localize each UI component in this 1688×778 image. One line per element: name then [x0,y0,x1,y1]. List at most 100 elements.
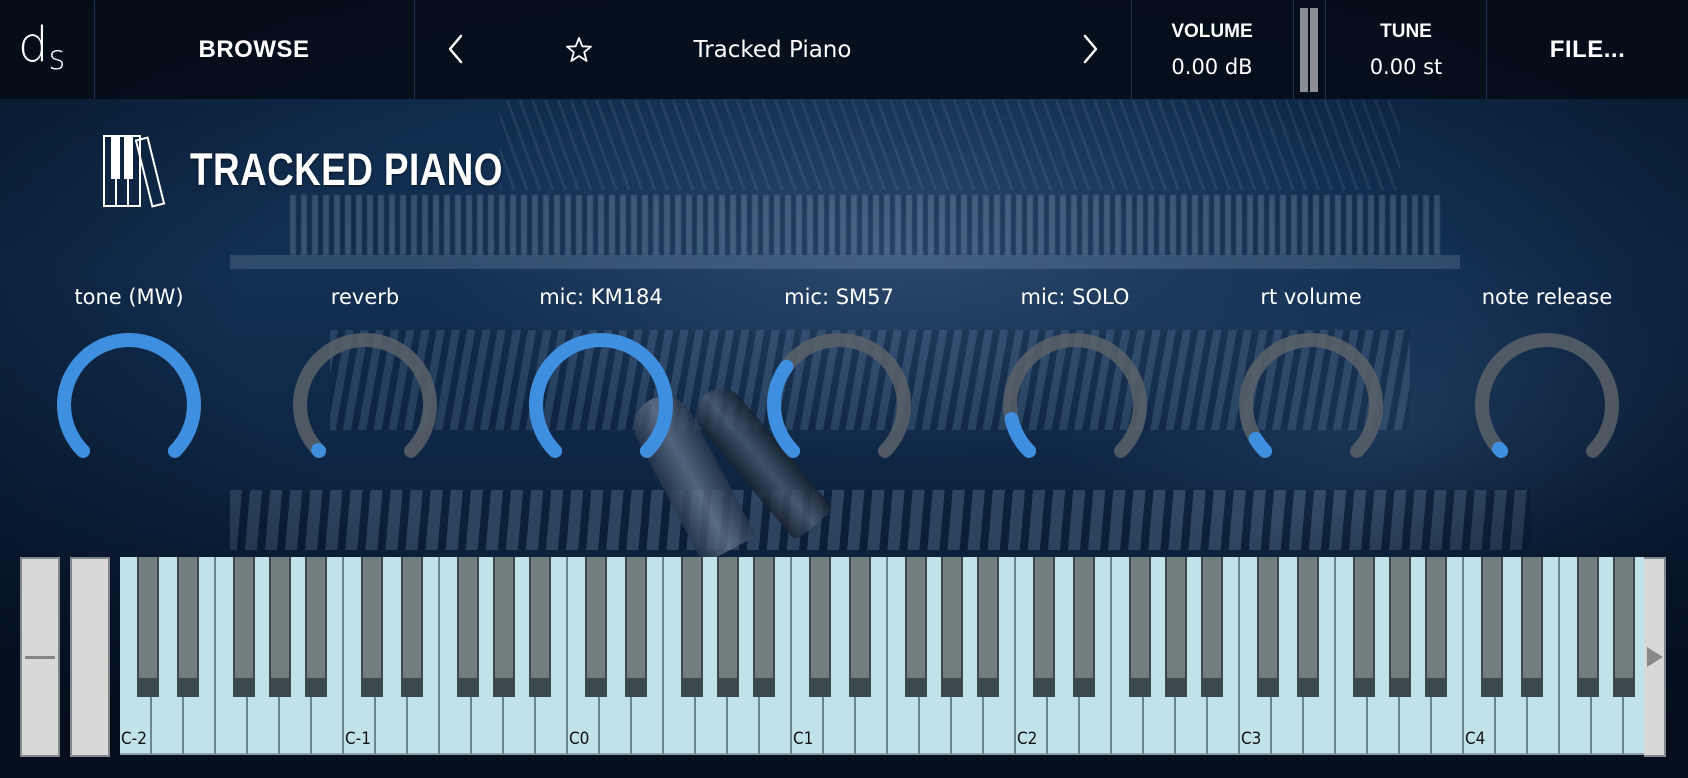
knob-reverb[interactable]: reverb [265,285,465,475]
black-key[interactable] [1033,557,1055,697]
knob-label: mic: SOLO [1020,285,1130,309]
black-key[interactable] [137,557,159,697]
black-key[interactable] [681,557,703,697]
black-key[interactable] [1165,557,1187,697]
volume-value[interactable]: 0.00 dB [1132,55,1292,79]
knob-track [1003,333,1147,458]
black-key[interactable] [1425,557,1447,697]
knob-dial[interactable] [995,325,1155,485]
black-key[interactable] [529,557,551,697]
black-key[interactable] [1201,557,1223,697]
mod-wheel[interactable] [70,557,110,757]
black-key[interactable] [1577,557,1599,697]
divider [414,0,415,99]
black-key[interactable] [1257,557,1279,697]
black-key[interactable] [177,557,199,697]
knob-value-arc [57,333,201,458]
black-key[interactable] [753,557,775,697]
knob-label: reverb [330,285,400,309]
black-key[interactable] [305,557,327,697]
chevron-right-icon[interactable] [1080,34,1100,64]
knob-label: mic: KM184 [539,285,663,309]
knob-label: rt volume [1260,285,1362,309]
triangle-right-icon [1647,647,1663,667]
octave-label: C-2 [121,729,147,749]
ds-logo[interactable]: d S [18,18,78,78]
knob-dial[interactable] [521,325,681,485]
piano-keys-icon [103,135,166,208]
knob-track [767,333,911,458]
octave-label: C4 [1465,729,1486,749]
octave-label: C3 [1241,729,1262,749]
black-key[interactable] [625,557,647,697]
black-key[interactable] [1353,557,1375,697]
black-key[interactable] [269,557,291,697]
knob-dial[interactable] [285,325,445,485]
knob-dial[interactable] [759,325,919,485]
black-key[interactable] [233,557,255,697]
octave-label: C1 [793,729,814,749]
black-key[interactable] [585,557,607,697]
logo-s: S [48,38,66,78]
octave-label: C2 [1017,729,1038,749]
knob-value-arc [311,443,327,458]
black-key[interactable] [941,557,963,697]
knob-dial[interactable] [49,325,209,485]
black-key[interactable] [1389,557,1411,697]
knob-value-arc [1491,441,1509,458]
knob-track [293,333,437,458]
knob-label: mic: SM57 [784,285,894,309]
black-key[interactable] [493,557,515,697]
knob-mic-sm57[interactable]: mic: SM57 [739,285,939,475]
knob-mic-km184[interactable]: mic: KM184 [501,285,701,475]
black-key[interactable] [401,557,423,697]
black-key[interactable] [717,557,739,697]
black-key[interactable] [1073,557,1095,697]
pitch-wheel[interactable] [20,557,60,757]
black-key[interactable] [1521,557,1543,697]
black-key[interactable] [905,557,927,697]
black-key[interactable] [977,557,999,697]
logo-d: d [18,17,49,73]
black-key[interactable] [1129,557,1151,697]
knob-label: note release [1481,285,1613,309]
black-key[interactable] [849,557,871,697]
star-icon[interactable] [565,36,593,64]
pitch-wheel-center-marker [25,656,55,659]
octave-label: C-1 [345,729,371,749]
preset-name[interactable]: Tracked Piano [600,0,945,99]
chevron-left-icon[interactable] [446,34,466,64]
black-key[interactable] [1613,557,1635,697]
level-meter-left [1300,8,1308,92]
knob-label: tone (MW) [74,285,184,309]
knob-mic-solo[interactable]: mic: SOLO [975,285,1175,475]
knob-value-arc [767,359,801,458]
black-key[interactable] [457,557,479,697]
tune-value[interactable]: 0.00 st [1326,55,1486,79]
browse-button[interactable]: BROWSE [95,0,413,99]
volume-label: VOLUME [1171,21,1253,42]
file-menu-button[interactable]: FILE... [1487,0,1688,99]
knob-dial[interactable] [1467,325,1627,485]
instrument-title: TRACKED PIANO [190,144,503,195]
knob-value-arc [529,333,673,458]
piano-keyboard[interactable]: C-2 C-1 C0 C1 C2 C3 C4 [120,557,1644,757]
level-meter-right [1310,8,1318,92]
divider [1293,0,1294,99]
tune-control[interactable]: TUNE 0.00 st [1326,0,1486,99]
knob-note-release[interactable]: note release [1447,285,1647,475]
keyboard-scroll-right[interactable] [1644,557,1666,757]
knob-tone-mw[interactable]: tone (MW) [29,285,229,475]
knob-track [1475,333,1619,458]
top-bar: d S BROWSE Tracked Piano VOLUME 0.00 dB … [0,0,1688,99]
black-key[interactable] [809,557,831,697]
knob-rt-volume[interactable]: rt volume [1211,285,1411,475]
knob-track [1239,333,1383,458]
knob-value-arc [1248,431,1273,458]
black-key[interactable] [1297,557,1319,697]
knob-dial[interactable] [1231,325,1391,485]
volume-control[interactable]: VOLUME 0.00 dB [1132,0,1292,99]
black-key[interactable] [1481,557,1503,697]
knob-value-arc [1004,412,1037,458]
black-key[interactable] [361,557,383,697]
